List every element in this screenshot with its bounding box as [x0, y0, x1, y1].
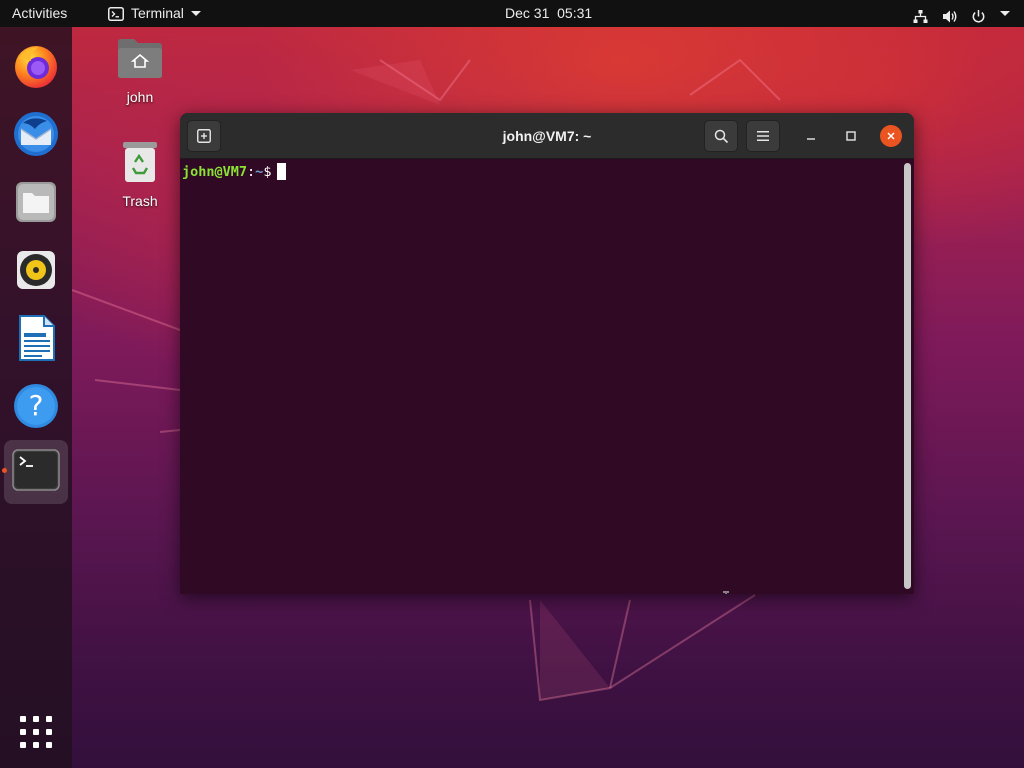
- close-button[interactable]: [880, 125, 902, 147]
- thunderbird-icon: [11, 109, 61, 164]
- files-icon: [12, 178, 60, 231]
- clock-label: Dec 31 05:31: [505, 5, 593, 21]
- libreoffice-writer-icon: [12, 313, 60, 368]
- home-folder-icon: [116, 36, 164, 85]
- close-icon: [886, 131, 896, 141]
- running-indicator: [2, 468, 7, 473]
- new-tab-icon: [197, 129, 211, 143]
- svg-text:?: ?: [29, 389, 44, 422]
- desktop-icon-label: Trash: [122, 193, 158, 209]
- dock-item-rhythmbox[interactable]: [4, 240, 68, 304]
- dock-item-help[interactable]: ?: [4, 376, 68, 440]
- terminal-icon: [12, 448, 60, 496]
- network-icon: [913, 6, 928, 23]
- firefox-icon: [11, 41, 61, 96]
- clock[interactable]: Dec 31 05:31: [505, 0, 592, 27]
- menu-button[interactable]: [746, 120, 780, 152]
- dock-item-files[interactable]: [4, 172, 68, 236]
- terminal-scrollbar[interactable]: [904, 163, 911, 589]
- app-grid-icon: [19, 715, 53, 754]
- top-bar: Activities Terminal Dec 31 05:31: [0, 0, 1024, 27]
- app-menu-label: Terminal: [131, 5, 184, 21]
- help-icon: ?: [12, 382, 60, 435]
- dock: ?: [0, 27, 72, 768]
- dock-item-terminal[interactable]: [4, 440, 68, 504]
- terminal-headerbar[interactable]: john@VM7: ~: [180, 113, 914, 159]
- maximize-icon: [846, 131, 856, 141]
- show-applications-button[interactable]: [4, 702, 68, 766]
- power-icon: [971, 6, 986, 23]
- dock-item-firefox[interactable]: [4, 36, 68, 100]
- chevron-down-icon: [1000, 11, 1010, 16]
- chevron-down-icon: [190, 11, 201, 16]
- activities-button[interactable]: Activities: [12, 0, 67, 27]
- hamburger-menu-icon: [756, 130, 770, 142]
- activities-label: Activities: [12, 5, 68, 21]
- prompt-user-host: john@VM7: [182, 164, 248, 180]
- minimize-icon: [806, 131, 816, 141]
- desktop-icon-home[interactable]: john: [100, 36, 180, 105]
- search-icon: [714, 129, 729, 144]
- terminal-output-area[interactable]: john@VM7:~$: [180, 159, 914, 594]
- trash-icon: [120, 140, 160, 189]
- dock-item-libreoffice-writer[interactable]: [4, 308, 68, 372]
- shell-prompt: john@VM7:~$: [182, 163, 287, 180]
- prompt-symbol: $: [263, 164, 272, 180]
- terminal-window[interactable]: john@VM7: ~ john@VM7:~$: [180, 113, 914, 594]
- terminal-app-icon: [108, 6, 124, 21]
- ibeam-cursor-icon: [722, 591, 730, 594]
- dock-item-thunderbird[interactable]: [4, 104, 68, 168]
- app-menu-button[interactable]: Terminal: [108, 0, 201, 27]
- prompt-separator: :: [247, 164, 256, 180]
- desktop-icon-label: john: [126, 89, 154, 105]
- maximize-button[interactable]: [840, 125, 862, 147]
- system-status-menu[interactable]: [913, 0, 1010, 27]
- rhythmbox-icon: [12, 246, 60, 299]
- volume-icon: [942, 6, 957, 23]
- search-button[interactable]: [704, 120, 738, 152]
- desktop-icon-trash[interactable]: Trash: [100, 140, 180, 209]
- new-tab-button[interactable]: [187, 120, 221, 152]
- text-cursor: [277, 163, 287, 180]
- minimize-button[interactable]: [800, 125, 822, 147]
